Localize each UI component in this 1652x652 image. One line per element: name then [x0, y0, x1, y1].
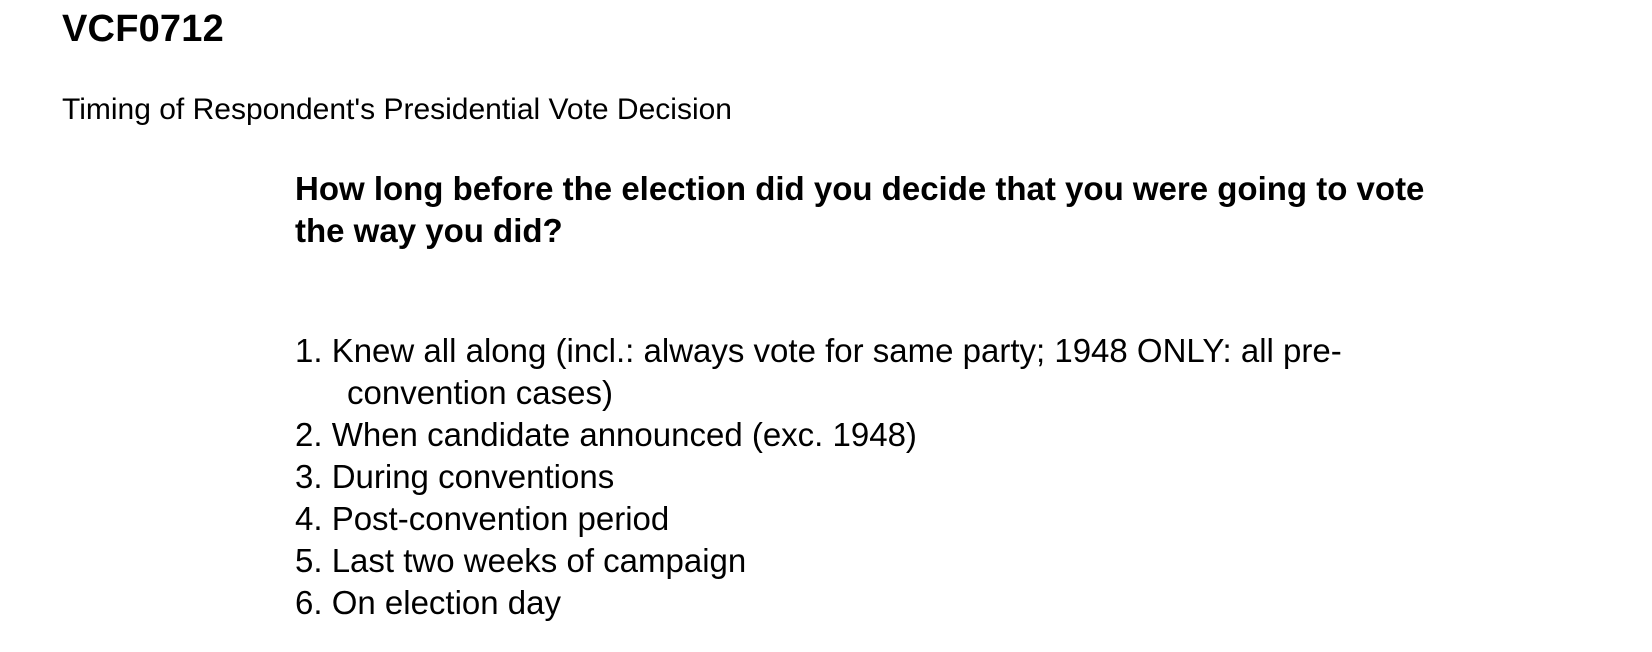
response-option-3: 3. During conventions: [295, 456, 1495, 498]
response-option-text: 6. On election day: [295, 584, 561, 621]
response-option-1: 1. Knew all along (incl.: always vote fo…: [295, 330, 1495, 414]
response-option-4: 4. Post-convention period: [295, 498, 1495, 540]
response-option-text: 5. Last two weeks of campaign: [295, 542, 747, 579]
response-options-list: 1. Knew all along (incl.: always vote fo…: [295, 330, 1495, 624]
response-option-text: 1. Knew all along (incl.: always vote fo…: [295, 332, 1342, 369]
response-option-text: 2. When candidate announced (exc. 1948): [295, 416, 917, 453]
response-option-text: 4. Post-convention period: [295, 500, 670, 537]
question-text: How long before the election did you dec…: [295, 170, 1425, 249]
response-option-5: 5. Last two weeks of campaign: [295, 540, 1495, 582]
variable-label: Timing of Respondent's Presidential Vote…: [62, 93, 732, 126]
response-option-6: 6. On election day: [295, 582, 1495, 624]
response-option-2: 2. When candidate announced (exc. 1948): [295, 414, 1495, 456]
response-option-text: 3. During conventions: [295, 458, 615, 495]
response-option-continuation: convention cases): [347, 374, 613, 411]
variable-code: VCF0712: [62, 8, 224, 50]
